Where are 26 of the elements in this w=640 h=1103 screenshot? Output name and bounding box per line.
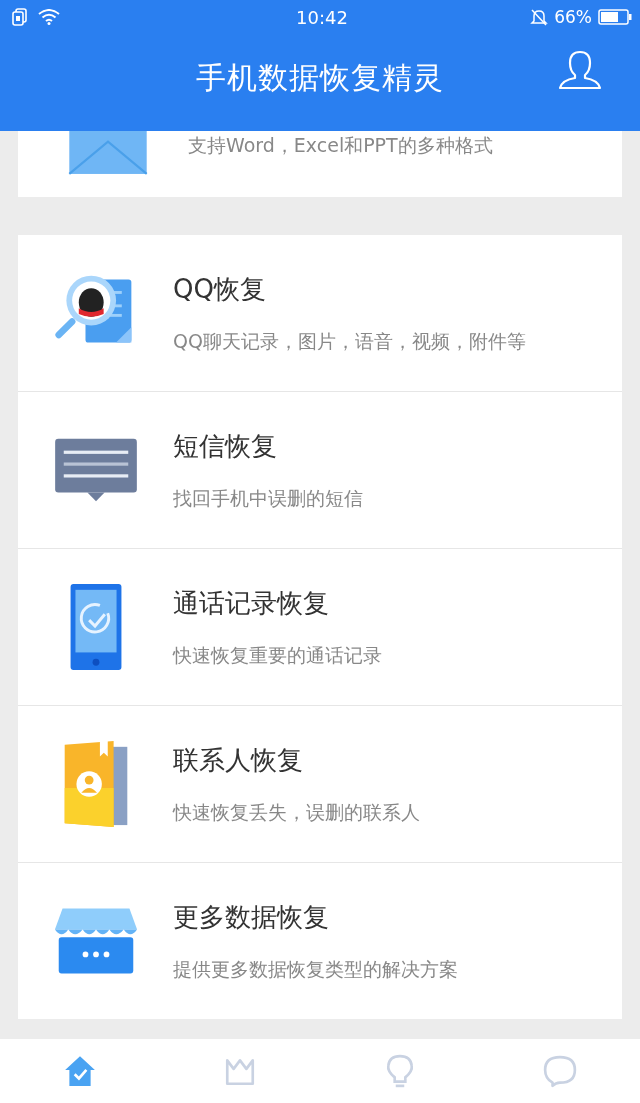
item-description: QQ聊天记录，图片，语音，视频，附件等 xyxy=(173,328,526,354)
list-item[interactable]: QQ恢复 QQ聊天记录，图片，语音，视频，附件等 xyxy=(18,235,622,391)
item-title: QQ恢复 xyxy=(173,272,267,306)
item-title: 通话记录恢复 xyxy=(173,586,330,620)
wifi-icon xyxy=(38,9,60,25)
status-time: 10:42 xyxy=(296,6,348,28)
battery-percent: 66% xyxy=(554,7,592,27)
item-description: 提供更多数据恢复类型的解决方案 xyxy=(173,956,458,982)
item-description: 找回手机中误删的短信 xyxy=(173,485,363,511)
sim-icon xyxy=(12,8,28,26)
list-item[interactable]: 短信恢复 找回手机中误删的短信 xyxy=(18,391,622,548)
app-title: 手机数据恢复精灵 xyxy=(196,59,444,97)
item-description: 快速恢复重要的通话记录 xyxy=(173,642,382,668)
user-icon[interactable] xyxy=(558,50,602,90)
item-title: 更多数据恢复 xyxy=(173,900,330,934)
home-icon[interactable] xyxy=(63,1054,97,1088)
muted-bell-icon xyxy=(530,8,549,26)
item-description: 支持Word，Excel和PPT的多种格式 xyxy=(188,133,493,158)
list-item[interactable]: 更多数据恢复 提供更多数据恢复类型的解决方案 xyxy=(18,862,622,1019)
speech-bubble-icon[interactable] xyxy=(543,1054,577,1088)
item-title: 联系人恢复 xyxy=(173,743,304,777)
battery-icon xyxy=(598,9,632,25)
item-title: 短信恢复 xyxy=(173,429,278,463)
list-item[interactable]: 通话记录恢复 快速恢复重要的通话记录 xyxy=(18,548,622,705)
list-item[interactable]: 联系人恢复 快速恢复丢失，误删的联系人 xyxy=(18,705,622,862)
item-description: 快速恢复丢失，误删的联系人 xyxy=(173,799,420,825)
